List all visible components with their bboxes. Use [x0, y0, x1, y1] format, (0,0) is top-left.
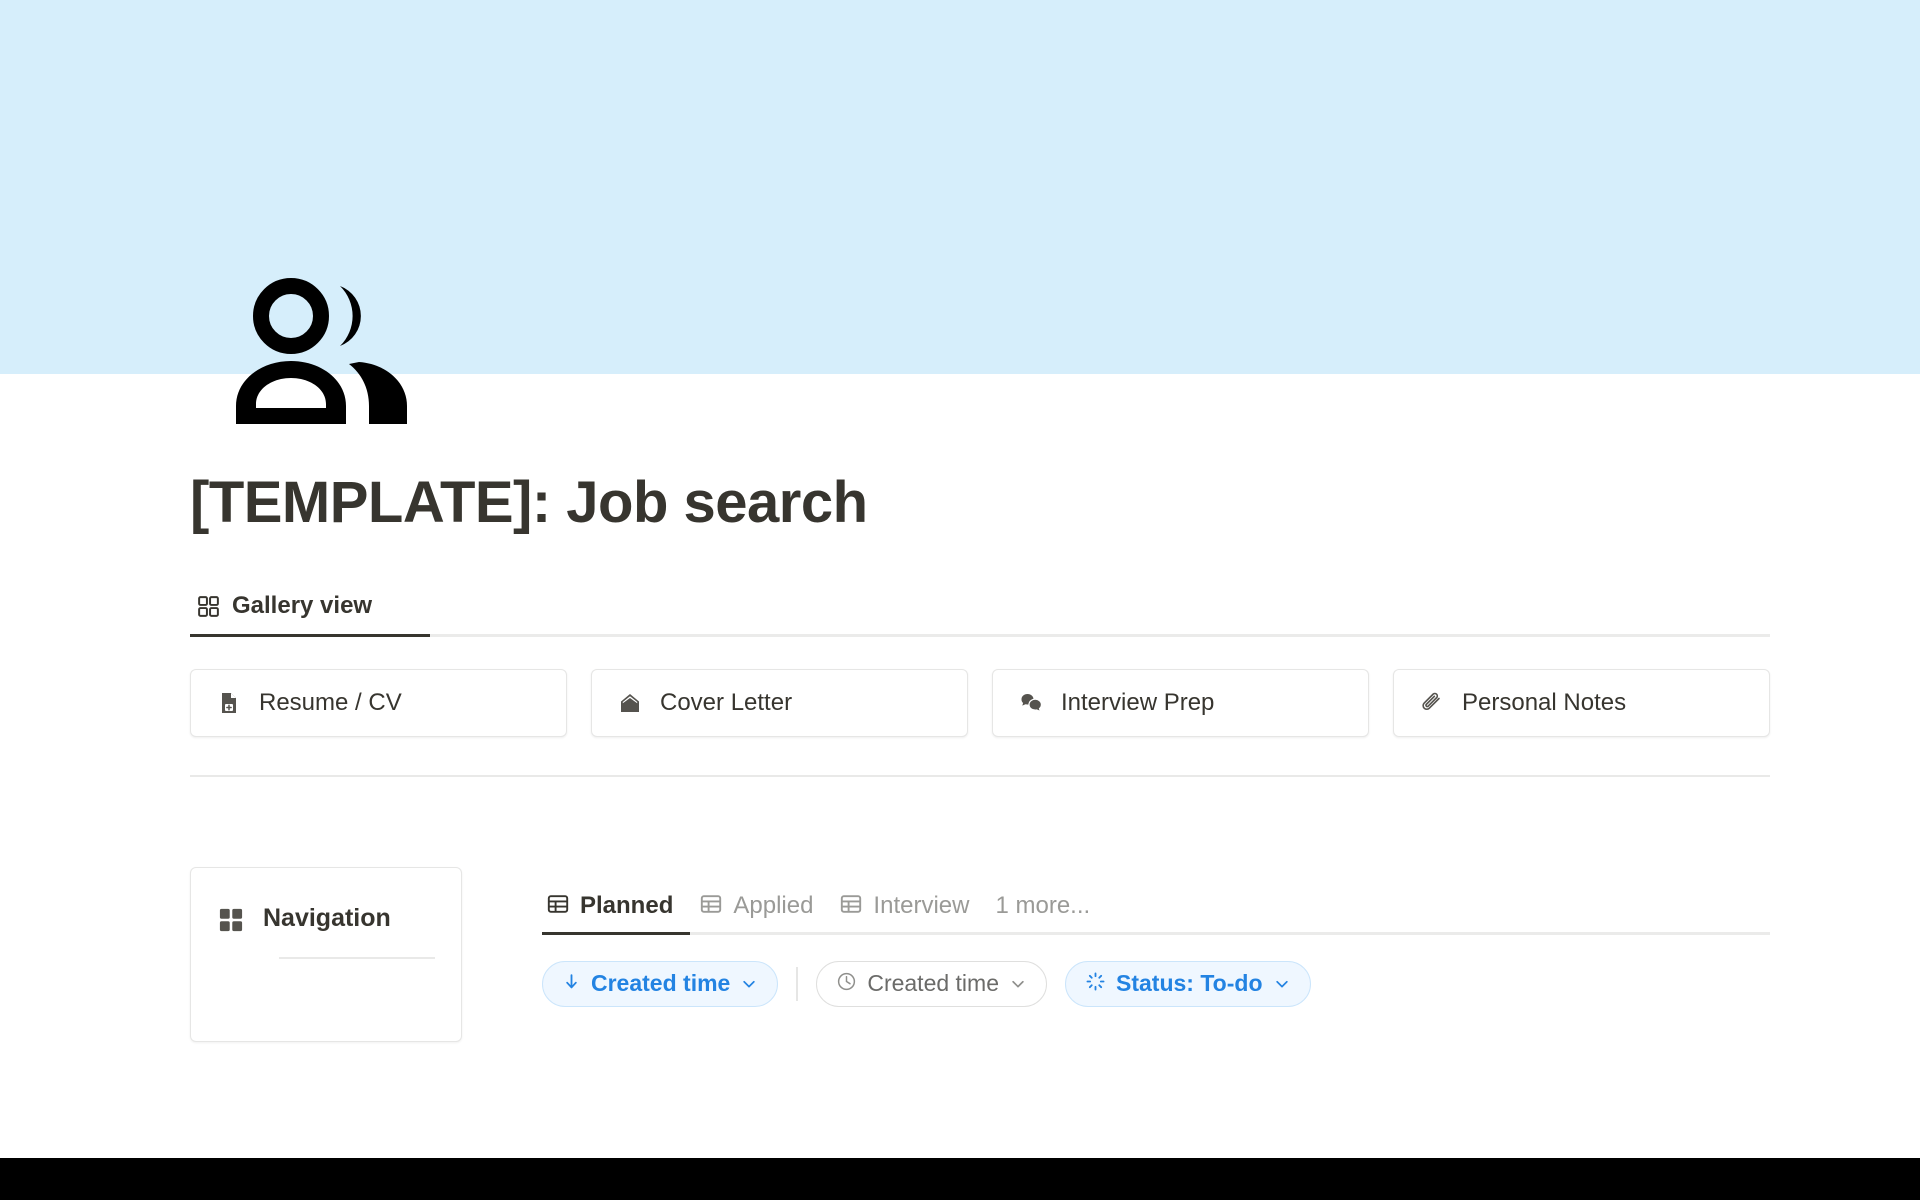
navigation-card-head: Navigation: [217, 902, 435, 939]
filter-status-todo-pill[interactable]: Status: To-do: [1065, 960, 1311, 1007]
quick-link-interview-prep-label: Interview Prep: [1061, 688, 1215, 716]
chevron-down-icon: [740, 975, 758, 993]
filter-created-time-label: Created time: [867, 970, 999, 997]
notion-page: [TEMPLATE]: Job search Gallery view Resu…: [0, 0, 1920, 1200]
clock-icon: [836, 971, 857, 997]
lower-section: Navigation Planned Applied Interview 1 m…: [190, 866, 1770, 1042]
toolbar-separator: [796, 966, 799, 1001]
people-icon[interactable]: [228, 278, 443, 428]
tab-applied[interactable]: Applied: [686, 880, 826, 932]
navigation-card-title: Navigation: [263, 903, 391, 932]
tab-interview[interactable]: Interview: [826, 880, 982, 932]
view-tab-bar: Gallery view: [190, 579, 1770, 637]
section-divider: [190, 774, 1770, 777]
more-views-button[interactable]: 1 more...: [982, 892, 1103, 920]
tab-planned-label: Planned: [580, 892, 674, 920]
quick-link-personal-notes[interactable]: Personal Notes: [1393, 668, 1770, 737]
table-icon: [699, 892, 723, 921]
sort-created-time-label: Created time: [591, 970, 731, 997]
table-icon: [546, 892, 570, 921]
chevron-down-icon: [1009, 975, 1027, 993]
speech-bubbles-icon: [1018, 690, 1044, 716]
open-envelope-icon: [617, 690, 643, 716]
sort-created-time-pill[interactable]: Created time: [542, 960, 779, 1007]
database-tab-bar: Planned Applied Interview 1 more...: [542, 881, 1770, 935]
document-plus-icon: [216, 690, 242, 716]
four-squares-icon: [217, 902, 245, 939]
viewport-bottom-bar: [0, 1158, 1920, 1200]
page-title: [TEMPLATE]: Job search: [190, 470, 868, 535]
sort-down-arrow-icon: [562, 972, 581, 996]
page-content: [TEMPLATE]: Job search Gallery view Resu…: [190, 470, 1770, 1042]
frame-edge: [0, 374, 1, 1158]
tab-planned[interactable]: Planned: [542, 880, 686, 932]
quick-link-cards: Resume / CV Cover Letter Interview Prep …: [190, 668, 1770, 737]
navigation-card[interactable]: Navigation: [190, 866, 462, 1042]
tab-gallery-view[interactable]: Gallery view: [190, 579, 378, 634]
filter-sort-bar: Created time Created time Status: To-do: [542, 960, 1770, 1007]
tab-gallery-view-label: Gallery view: [232, 592, 373, 620]
chevron-down-icon: [1273, 975, 1291, 993]
quick-link-interview-prep[interactable]: Interview Prep: [992, 668, 1369, 737]
active-view-underline: [190, 633, 430, 637]
gallery-grid-icon: [196, 594, 221, 619]
quick-link-cover-letter-label: Cover Letter: [660, 688, 793, 716]
table-icon: [839, 892, 863, 921]
tab-applied-label: Applied: [733, 892, 814, 920]
quick-link-resume-cv-label: Resume / CV: [259, 688, 402, 716]
paperclip-icon: [1419, 690, 1445, 716]
quick-link-resume-cv[interactable]: Resume / CV: [190, 668, 567, 737]
quick-link-cover-letter[interactable]: Cover Letter: [591, 668, 968, 737]
navigation-card-rule: [279, 956, 435, 959]
tab-interview-label: Interview: [873, 892, 970, 920]
filter-created-time-pill[interactable]: Created time: [816, 960, 1047, 1007]
filter-status-todo-label: Status: To-do: [1116, 970, 1263, 997]
active-database-tab-underline: [542, 931, 690, 935]
status-spinner-icon: [1085, 971, 1106, 997]
quick-link-personal-notes-label: Personal Notes: [1462, 688, 1627, 716]
database-pane: Planned Applied Interview 1 more... Crea…: [542, 867, 1770, 1042]
